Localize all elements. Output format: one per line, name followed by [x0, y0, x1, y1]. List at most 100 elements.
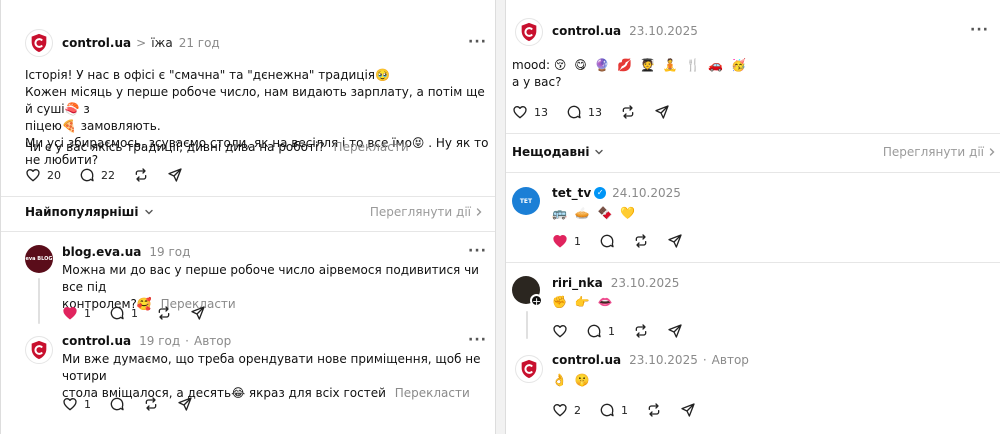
post-line: а у вас?: [512, 75, 562, 89]
chevron-right-icon: [473, 206, 485, 218]
like-button[interactable]: 1: [62, 396, 91, 412]
thread-line: [526, 311, 528, 339]
heart-icon: [552, 323, 568, 339]
post-header: control.ua > їжа 21 год: [62, 36, 220, 50]
blog-eva-avatar[interactable]: eva BLOG: [25, 245, 53, 273]
reply-time: 23.10.2025: [629, 353, 698, 367]
repost-button[interactable]: [133, 167, 149, 183]
post-question-text: Чи є у вас якісь традиції, дивні дива на…: [25, 140, 325, 154]
repost-button[interactable]: [620, 104, 636, 120]
reply-time: 24.10.2025: [612, 186, 681, 200]
comment-button[interactable]: 22: [79, 167, 115, 183]
sort-dropdown[interactable]: Нещодавні: [512, 145, 605, 159]
more-options-icon[interactable]: ···: [468, 243, 487, 259]
repost-icon: [133, 167, 149, 183]
post-username[interactable]: control.ua: [552, 24, 621, 38]
share-button[interactable]: [667, 323, 683, 339]
repost-button[interactable]: [143, 396, 159, 412]
shield-logo-icon: [28, 339, 50, 361]
reply-username[interactable]: control.ua: [552, 353, 621, 367]
sort-bar: Нещодавні Переглянути дії: [512, 145, 998, 159]
reply-username[interactable]: blog.eva.ua: [62, 245, 141, 259]
author-badge: Автор: [193, 334, 232, 348]
shield-logo-icon: [518, 358, 540, 380]
repost-icon: [633, 233, 649, 249]
control-ua-avatar[interactable]: [515, 355, 543, 383]
heart-icon: [552, 402, 568, 418]
sort-dropdown[interactable]: Найпопулярніші: [25, 205, 155, 219]
like-button[interactable]: 1: [62, 305, 91, 321]
share-button[interactable]: [680, 402, 696, 418]
mood-label: mood:: [512, 58, 551, 72]
share-button[interactable]: [177, 396, 193, 412]
divider: [506, 262, 1000, 263]
repost-button[interactable]: [633, 323, 649, 339]
share-button[interactable]: [167, 167, 183, 183]
share-button[interactable]: [654, 104, 670, 120]
share-icon: [667, 233, 683, 249]
divider: [506, 172, 1000, 173]
comment-button[interactable]: [109, 396, 125, 412]
share-icon: [167, 167, 183, 183]
reply-actions: 1: [62, 396, 211, 412]
comment-icon: [599, 233, 615, 249]
heart-filled-icon: [62, 305, 78, 321]
translate-link[interactable]: Перекласти: [395, 386, 470, 400]
post-time: 21 год: [178, 36, 220, 50]
comment-button[interactable]: 1: [109, 305, 138, 321]
like-button[interactable]: 20: [25, 167, 61, 183]
like-button[interactable]: [552, 323, 568, 339]
repost-button[interactable]: [633, 233, 649, 249]
control-ua-avatar[interactable]: [25, 29, 53, 57]
like-count: 1: [574, 234, 581, 248]
divider: [1, 231, 495, 232]
view-activity-link[interactable]: Переглянути дії: [370, 205, 485, 219]
translate-link[interactable]: Перекласти: [334, 140, 409, 154]
post-topic[interactable]: їжа: [151, 36, 173, 50]
like-button[interactable]: 13: [512, 104, 548, 120]
comment-button[interactable]: [599, 233, 615, 249]
more-options-icon[interactable]: ···: [468, 332, 487, 348]
left-thread-panel: control.ua > їжа 21 год ··· Історія! У н…: [0, 0, 496, 434]
chevron-down-icon: [593, 146, 605, 158]
share-button[interactable]: [667, 233, 683, 249]
comment-icon: [109, 396, 125, 412]
heart-filled-icon: [552, 233, 568, 249]
more-options-icon[interactable]: ···: [468, 34, 487, 50]
reply-username[interactable]: tet_tv: [552, 186, 591, 200]
more-options-icon[interactable]: ···: [970, 22, 989, 38]
like-count: 2: [574, 403, 581, 417]
like-button[interactable]: 2: [552, 402, 581, 418]
follow-plus-icon[interactable]: +: [530, 294, 543, 308]
reply-emojis: 🚌 🥧 🍫 💛: [552, 206, 638, 220]
chevron-down-icon: [143, 206, 155, 218]
comment-icon: [586, 323, 602, 339]
comment-icon: [109, 305, 125, 321]
view-activity-link[interactable]: Переглянути дії: [883, 145, 998, 159]
post-time: 23.10.2025: [629, 24, 698, 38]
share-icon: [190, 305, 206, 321]
comment-button[interactable]: 13: [566, 104, 602, 120]
reply-username[interactable]: riri_nka: [552, 276, 603, 290]
repost-icon: [143, 396, 159, 412]
comment-button[interactable]: 1: [599, 402, 628, 418]
control-ua-avatar[interactable]: [25, 336, 53, 364]
post-actions: 13 13: [512, 104, 688, 120]
control-ua-avatar[interactable]: [515, 18, 543, 46]
like-count: 13: [534, 105, 548, 119]
comment-icon: [79, 167, 95, 183]
blog-eva-avatar-text: eva BLOG: [25, 256, 53, 262]
post-question: Чи є у вас якісь традиції, дивні дива на…: [25, 139, 495, 156]
comment-button[interactable]: 1: [586, 323, 615, 339]
comment-count: 1: [621, 403, 628, 417]
divider: [506, 133, 1000, 134]
heart-icon: [25, 167, 41, 183]
tet-tv-avatar[interactable]: TET: [512, 187, 540, 215]
reply-username[interactable]: control.ua: [62, 334, 131, 348]
repost-button[interactable]: [156, 305, 172, 321]
repost-button[interactable]: [646, 402, 662, 418]
share-button[interactable]: [190, 305, 206, 321]
like-button[interactable]: 1: [552, 233, 581, 249]
shield-logo-icon: [518, 21, 540, 43]
post-username[interactable]: control.ua: [62, 36, 131, 50]
